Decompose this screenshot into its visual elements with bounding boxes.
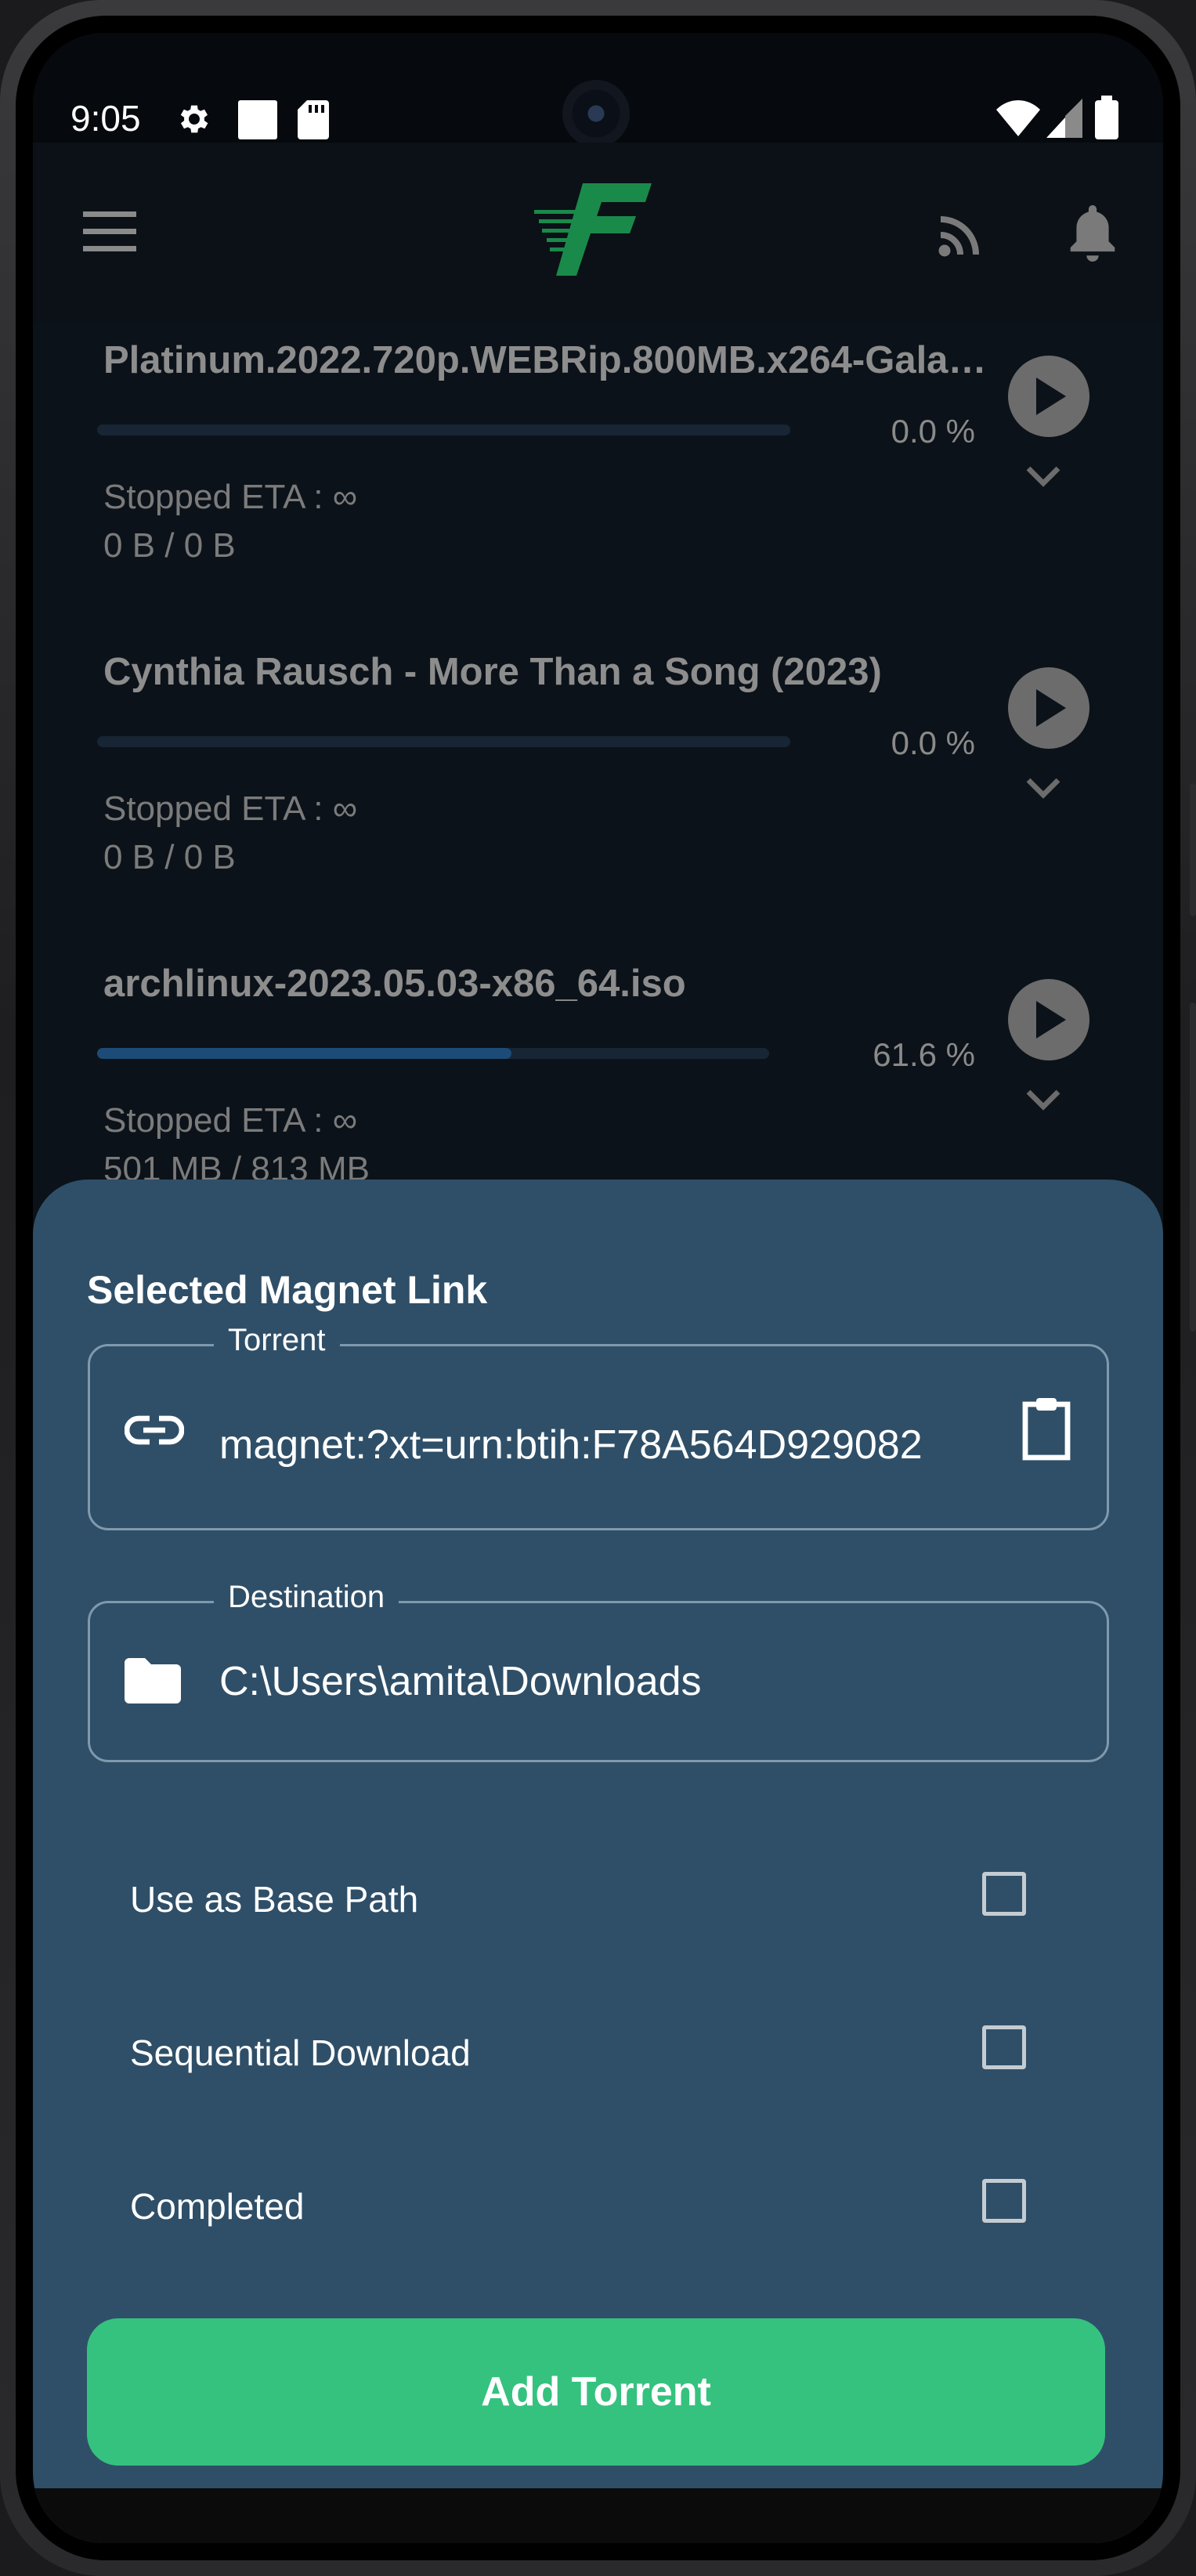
front-camera (562, 80, 630, 147)
rss-icon[interactable] (937, 211, 984, 258)
hamburger-menu-icon[interactable] (83, 211, 136, 252)
navigation-bar (33, 2488, 1163, 2543)
torrent-status: Stopped ETA : ∞ (103, 1101, 358, 1140)
option-row-base-path[interactable]: Use as Base Path (33, 1855, 1163, 1949)
destination-field-label: Destination (214, 1580, 399, 1615)
torrent-status: Stopped ETA : ∞ (103, 478, 358, 516)
folder-icon (125, 1658, 181, 1703)
torrent-item[interactable]: Cynthia Rausch - More Than a Song (2023)… (33, 603, 1163, 916)
torrent-title: archlinux-2023.05.03-x86_64.iso (103, 963, 686, 1005)
clipboard-icon[interactable] (1019, 1396, 1074, 1461)
torrent-title: Cynthia Rausch - More Than a Song (2023) (103, 651, 882, 693)
option-label: Completed (130, 2186, 305, 2227)
completed-checkbox[interactable] (982, 2179, 1026, 2223)
power-button (1190, 1003, 1196, 1331)
chevron-down-icon[interactable] (1025, 777, 1061, 799)
play-icon (1036, 689, 1066, 727)
volume-button (1190, 783, 1196, 916)
base-path-checkbox[interactable] (982, 1872, 1026, 1916)
add-torrent-button[interactable]: Add Torrent (87, 2318, 1105, 2466)
progress-fill (97, 1048, 511, 1059)
torrent-size: 0 B / 0 B (103, 838, 236, 876)
status-time: 9:05 (70, 98, 141, 139)
cellular-signal-icon (1046, 99, 1082, 138)
destination-field-value: C:\Users\amita\Downloads (219, 1659, 702, 1704)
square-notification-icon (238, 100, 277, 139)
sheet-title: Selected Magnet Link (87, 1268, 488, 1312)
chevron-down-icon[interactable] (1025, 465, 1061, 487)
play-button[interactable] (1008, 356, 1089, 437)
settings-gear-icon (180, 105, 208, 133)
chevron-down-icon[interactable] (1025, 1089, 1061, 1111)
torrent-field-label: Torrent (214, 1323, 340, 1358)
bell-icon[interactable] (1068, 205, 1117, 262)
add-magnet-sheet: Selected Magnet Link Torrent magnet:?xt=… (33, 1180, 1163, 2543)
progress-percent: 61.6 % (873, 1036, 975, 1073)
play-icon (1036, 1001, 1066, 1039)
option-label: Use as Base Path (130, 1879, 419, 1920)
progress-bar (97, 1048, 769, 1059)
torrent-field[interactable]: Torrent magnet:?xt=urn:btih:F78A564D9290… (88, 1323, 1109, 1530)
f-speed-logo-icon (534, 183, 652, 276)
progress-bar (97, 736, 790, 747)
option-row-sequential[interactable]: Sequential Download (33, 2008, 1163, 2102)
progress-percent: 0.0 % (891, 413, 975, 450)
option-row-completed[interactable]: Completed (33, 2162, 1163, 2256)
battery-icon (1095, 96, 1118, 139)
play-button[interactable] (1008, 979, 1089, 1060)
link-icon (125, 1415, 184, 1445)
torrent-item[interactable]: Platinum.2022.720p.WEBRip.800MB.x264-Gal… (33, 291, 1163, 605)
progress-bar (97, 425, 790, 435)
destination-field[interactable]: Destination C:\Users\amita\Downloads (88, 1580, 1109, 1762)
torrent-status: Stopped ETA : ∞ (103, 789, 358, 828)
torrent-size: 0 B / 0 B (103, 526, 236, 565)
play-icon (1036, 378, 1066, 415)
play-button[interactable] (1008, 667, 1089, 749)
progress-percent: 0.0 % (891, 724, 975, 761)
sd-card-icon (298, 100, 329, 139)
option-label: Sequential Download (130, 2032, 471, 2073)
torrent-field-value: magnet:?xt=urn:btih:F78A564D929082 (219, 1422, 923, 1468)
sequential-download-checkbox[interactable] (982, 2025, 1026, 2069)
screen: 9:05 Platinum.2022.720p.WEBRip.800MB.x26… (33, 33, 1163, 2543)
wifi-icon (996, 100, 1040, 136)
torrent-title: Platinum.2022.720p.WEBRip.800MB.x264-Gal… (103, 339, 988, 381)
